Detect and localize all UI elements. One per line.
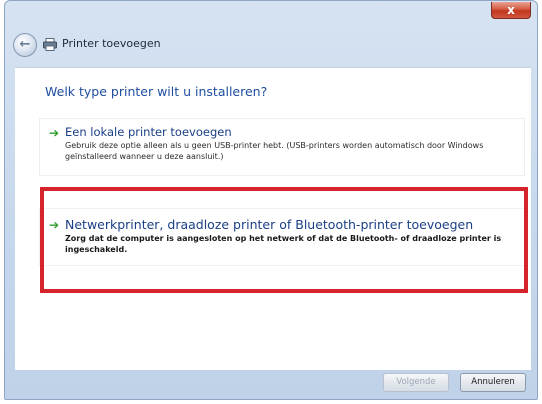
next-button[interactable]: Volgende <box>383 373 449 392</box>
option-local-description: Gebruik deze optie alleen als u geen USB… <box>65 141 484 161</box>
page-heading: Welk type printer wilt u installeren? <box>45 84 268 99</box>
green-arrow-icon: ➔ <box>49 126 60 140</box>
wizard-header: ← Printer toevoegen <box>11 29 531 63</box>
wizard-footer: Volgende Annuleren <box>15 370 531 397</box>
window-title: Printer toevoegen <box>62 37 161 50</box>
printer-icon <box>43 38 57 51</box>
back-button[interactable]: ← <box>13 33 37 57</box>
option-local-printer[interactable]: ➔ Een lokale printer toevoegen Gebruik d… <box>39 118 525 176</box>
cancel-button[interactable]: Annuleren <box>460 373 526 392</box>
option-local-title: Een lokale printer toevoegen <box>65 125 232 139</box>
highlight-frame <box>40 187 528 293</box>
close-button[interactable]: x <box>491 2 531 19</box>
